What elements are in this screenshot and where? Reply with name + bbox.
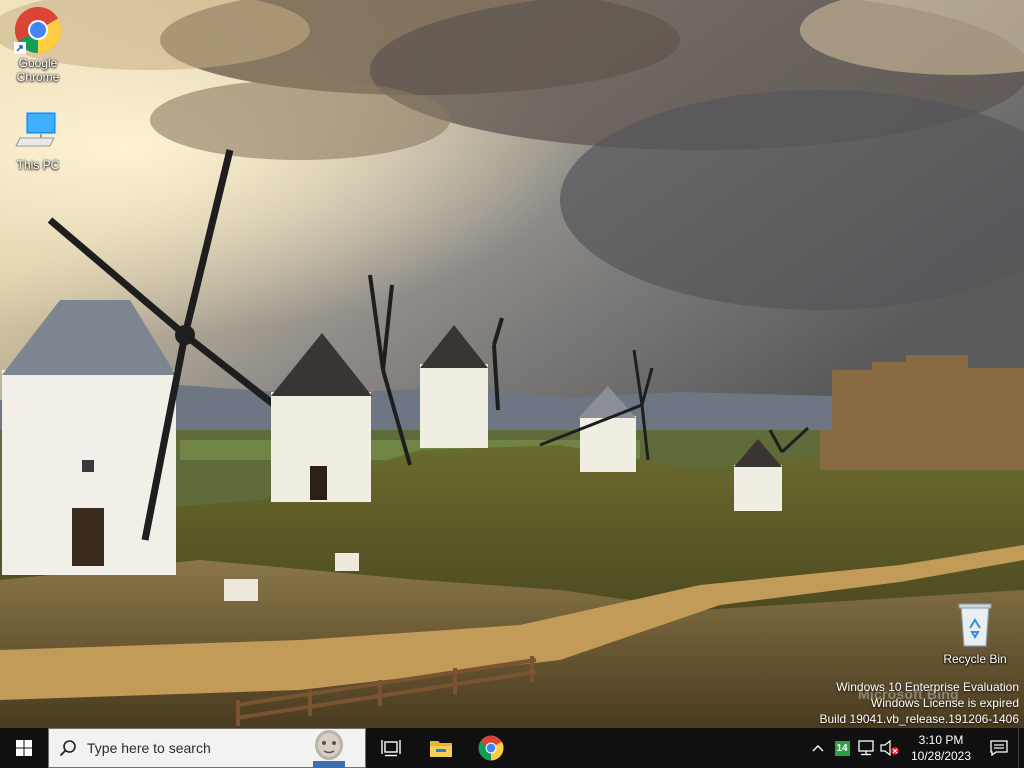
taskbar-search-box[interactable]: Type here to search [48,728,366,768]
watermark-license: Windows License is expired [870,696,1019,710]
task-view-icon [381,740,401,757]
watermark-build: Build 19041.vb_release.191206-1406 [819,712,1020,726]
show-desktop-button[interactable] [1018,728,1024,768]
desktop-icon-label: Chrome [16,70,60,84]
action-center-button[interactable] [980,728,1018,768]
search-placeholder: Type here to search [87,740,211,756]
volume-button[interactable] [878,728,902,768]
clock-time: 3:10 PM [918,733,964,747]
taskbar-chrome[interactable] [466,728,516,768]
system-tray: 14 3:10 PM 10/28/2023 [806,728,1024,768]
desktop-icon-this-pc[interactable]: This PC [0,108,76,172]
chevron-up-icon [812,745,824,752]
taskbar-file-explorer[interactable] [416,728,466,768]
recycle-bin-icon [951,602,999,650]
volume-muted-icon [880,740,899,756]
watermark-edition: Windows 10 Enterprise Evaluation [836,680,1019,694]
file-explorer-icon [430,741,452,757]
tray-app-badge[interactable]: 14 [830,728,854,768]
windows-activation-watermark: Windows 10 Enterprise Evaluation Windows… [820,679,1020,727]
network-icon [858,740,874,756]
clock-date: 10/28/2023 [910,749,972,763]
computer-icon [14,108,62,156]
desktop-icon-label: Google [18,56,58,70]
search-highlight-icon [307,729,351,768]
start-button[interactable] [0,728,48,768]
desktop-icon-label: This PC [16,158,60,172]
desktop-icon-label: Recycle Bin [943,652,1007,666]
task-view-button[interactable] [366,728,416,768]
search-icon [49,739,87,757]
badge-count: 14 [834,740,850,756]
taskbar: Type here to search 14 3:10 PM 10/28/202… [0,728,1024,768]
chrome-icon [14,6,62,54]
shortcut-arrow-icon [14,42,26,54]
desktop-icon-chrome[interactable]: Google Chrome [0,6,76,84]
windmills-landscape-image [0,0,1024,728]
network-button[interactable] [854,728,878,768]
desktop-wallpaper [0,0,1024,728]
notification-icon [990,740,1008,756]
windows-logo-icon [16,740,32,756]
show-hidden-icons-button[interactable] [806,728,830,768]
desktop-icon-recycle-bin[interactable]: Recycle Bin [937,602,1013,666]
taskbar-clock[interactable]: 3:10 PM 10/28/2023 [902,728,980,768]
chrome-icon [478,735,504,761]
